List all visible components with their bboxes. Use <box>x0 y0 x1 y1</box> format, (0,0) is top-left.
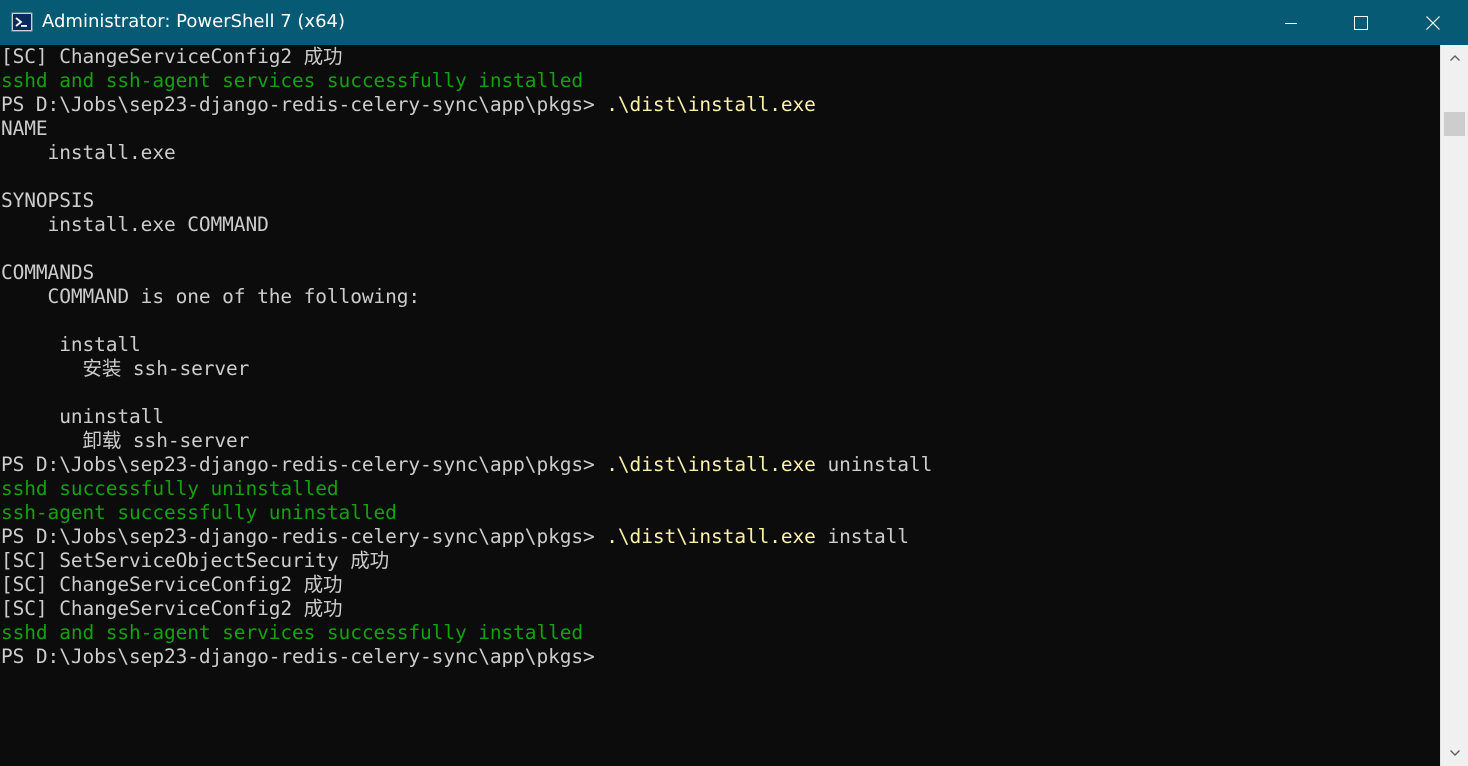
console-line: PS D:\Jobs\sep23-django-redis-celery-syn… <box>0 525 1440 549</box>
output-text: [SC] SetServiceObjectSecurity 成功 <box>1 549 390 572</box>
console-line: 安装 ssh-server <box>0 357 1440 381</box>
console-lines: [SC] ChangeServiceConfig2 成功 sshd and ssh… <box>0 45 1440 669</box>
console-line: [SC] ChangeServiceConfig2 成功 <box>0 597 1440 621</box>
console-line: SYNOPSIS <box>0 189 1440 213</box>
output-text: PS D:\Jobs\sep23-django-redis-celery-syn… <box>1 525 607 548</box>
console-line: PS D:\Jobs\sep23-django-redis-celery-syn… <box>0 93 1440 117</box>
console-output[interactable]: [SC] ChangeServiceConfig2 成功 sshd and ssh… <box>0 45 1440 766</box>
maximize-button[interactable] <box>1326 0 1396 45</box>
command-text: .\dist\install.exe <box>606 525 816 548</box>
console-line: NAME <box>0 117 1440 141</box>
console-line: install <box>0 333 1440 357</box>
console-line: sshd successfully uninstalled <box>0 477 1440 501</box>
title-bar[interactable]: Administrator: PowerShell 7 (x64) <box>0 0 1468 45</box>
console-line: sshd and ssh-agent services successfully… <box>0 69 1440 93</box>
minimize-button[interactable] <box>1256 0 1326 45</box>
console-line: install.exe <box>0 141 1440 165</box>
output-text: [SC] ChangeServiceConfig2 成功 <box>1 597 343 620</box>
output-text: PS D:\Jobs\sep23-django-redis-celery-syn… <box>1 453 607 476</box>
success-text: sshd and ssh-agent services successfully… <box>1 69 583 92</box>
console-line: [SC] ChangeServiceConfig2 成功 <box>0 45 1440 69</box>
console-line: 卸载 ssh-server <box>0 429 1440 453</box>
output-text: PS D:\Jobs\sep23-django-redis-celery-syn… <box>1 93 607 116</box>
scrollbar-thumb[interactable] <box>1444 112 1465 136</box>
console-line: [SC] SetServiceObjectSecurity 成功 <box>0 549 1440 573</box>
output-text: 安装 ssh-server <box>1 357 250 380</box>
output-text: [SC] ChangeServiceConfig2 成功 <box>1 45 343 68</box>
success-text: sshd successfully uninstalled <box>1 477 339 500</box>
minimize-icon <box>1285 22 1297 24</box>
output-text: COMMAND is one of the following: <box>1 285 421 308</box>
window-title: Administrator: PowerShell 7 (x64) <box>42 11 346 32</box>
output-text: [SC] ChangeServiceConfig2 成功 <box>1 573 343 596</box>
vertical-scrollbar[interactable] <box>1440 45 1468 766</box>
powershell-icon[interactable] <box>11 11 33 33</box>
output-text: 卸载 ssh-server <box>1 429 250 452</box>
command-text: .\dist\install.exe <box>606 453 816 476</box>
scroll-down-button[interactable] <box>1441 740 1468 766</box>
maximize-icon <box>1354 15 1368 30</box>
output-text: uninstall <box>1 405 164 428</box>
success-text: sshd and ssh-agent services successfully… <box>1 621 583 644</box>
output-text: PS D:\Jobs\sep23-django-redis-celery-syn… <box>1 645 595 668</box>
console-line: uninstall <box>0 405 1440 429</box>
console-line: sshd and ssh-agent services successfully… <box>0 621 1440 645</box>
output-text: SYNOPSIS <box>1 189 95 212</box>
close-icon <box>1426 15 1440 30</box>
console-line: PS D:\Jobs\sep23-django-redis-celery-syn… <box>0 645 1440 669</box>
console-line: COMMANDS <box>0 261 1440 285</box>
console-line: PS D:\Jobs\sep23-django-redis-celery-syn… <box>0 453 1440 477</box>
output-text: COMMANDS <box>1 261 95 284</box>
output-text: NAME <box>1 117 48 140</box>
scroll-down-arrow-icon <box>1449 750 1460 756</box>
scroll-up-button[interactable] <box>1441 45 1468 71</box>
console-line: [SC] ChangeServiceConfig2 成功 <box>0 573 1440 597</box>
output-text: install.exe COMMAND <box>1 213 269 236</box>
output-text: install <box>815 525 909 548</box>
console-line: ssh-agent successfully uninstalled <box>0 501 1440 525</box>
output-text: install <box>1 333 141 356</box>
output-text: uninstall <box>815 453 933 476</box>
console-line: install.exe COMMAND <box>0 213 1440 237</box>
success-text: ssh-agent successfully uninstalled <box>1 501 397 524</box>
console-line: COMMAND is one of the following: <box>0 285 1440 309</box>
close-button[interactable] <box>1398 0 1468 45</box>
scroll-up-arrow-icon <box>1449 55 1460 61</box>
output-text: install.exe <box>1 141 176 164</box>
command-text: .\dist\install.exe <box>606 93 816 116</box>
